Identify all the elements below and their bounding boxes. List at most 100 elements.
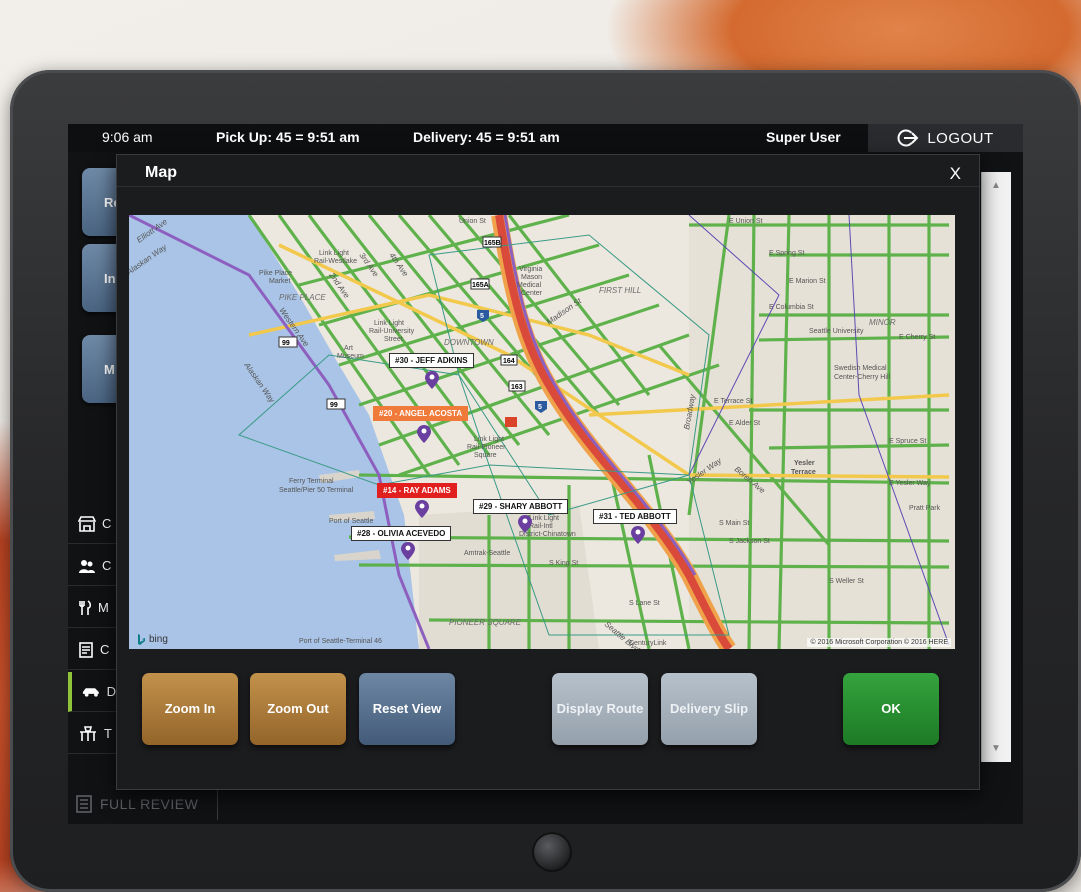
svg-text:Street: Street [384,336,403,343]
svg-text:Center: Center [521,290,543,297]
sidebar-item-label: C [102,516,112,531]
svg-text:E Cherry St: E Cherry St [899,334,935,341]
top-status-bar: 9:06 am Pick Up: 45 = 9:51 am Delivery: … [68,124,1023,152]
zoom-in-button[interactable]: Zoom In [142,673,238,745]
car-icon [82,687,99,697]
svg-text:Yesler: Yesler [794,460,815,467]
svg-text:Rail-Westlake: Rail-Westlake [314,258,357,265]
svg-text:S Jackson St: S Jackson St [729,538,770,545]
svg-text:S Weller St: S Weller St [829,578,864,585]
sidebar-item-register[interactable]: C [68,630,116,670]
svg-text:165A: 165A [472,282,489,289]
svg-text:S King St: S King St [549,560,578,567]
sidebar-item-label: M [98,600,109,615]
marker-label[interactable]: #29 - SHARY ABBOTT [473,499,569,514]
dialog-title: Map [145,164,177,181]
svg-text:PIONEER SQUARE: PIONEER SQUARE [449,618,522,627]
svg-text:Center-Cherry Hill: Center-Cherry Hill [834,374,890,381]
svg-text:Port of Seattle-Terminal 46: Port of Seattle-Terminal 46 [299,638,382,645]
svg-text:99: 99 [282,340,290,347]
logout-label: LOGOUT [927,129,994,147]
svg-text:165B: 165B [484,240,501,247]
delivery-slip-button[interactable]: Delivery Slip [661,673,757,745]
scroll-down-icon[interactable]: ▼ [991,743,1001,754]
map-pin-icon[interactable] [631,526,645,544]
sidebar-item-customers[interactable]: C [68,546,116,586]
svg-text:Link Light: Link Light [474,436,504,443]
customers-icon [79,559,95,573]
svg-text:Ferry Terminal: Ferry Terminal [289,478,334,485]
svg-text:Pratt Park: Pratt Park [909,505,941,512]
map-pin-icon[interactable] [425,371,439,389]
current-time: 9:06 am [102,129,153,145]
menu-icon [79,599,92,615]
marker-label[interactable]: #31 - TED ABBOTT [593,509,677,524]
marker-label[interactable]: #28 - OLIVIA ACEVEDO [351,526,452,541]
svg-text:Pike Place: Pike Place [259,270,292,277]
svg-text:Link Light: Link Light [529,515,559,522]
svg-text:Museum: Museum [337,353,364,360]
ok-button[interactable]: OK [843,673,939,745]
logout-button[interactable]: LOGOUT [868,124,1023,152]
marker-label[interactable]: #20 - ANGEL ACOSTA [373,406,469,421]
svg-text:5: 5 [480,313,484,320]
map-dialog: Map X DOWNTOWN FIRST HILL PIKE PLACE MIN… [116,154,980,790]
svg-text:99: 99 [330,402,338,409]
bing-logo-text: bing [149,634,168,645]
sidebar-item-label: T [104,726,112,741]
svg-text:Rail-University: Rail-University [369,328,415,335]
svg-text:Rail-Pioneer: Rail-Pioneer [467,444,506,451]
marker-label[interactable]: #30 - JEFF ADKINS [389,353,474,368]
svg-text:DOWNTOWN: DOWNTOWN [444,338,494,347]
svg-text:Seattle/Pier 50 Terminal: Seattle/Pier 50 Terminal [279,487,354,494]
bing-logo: bing [137,634,168,645]
sidebar-item-tables[interactable]: T [68,714,116,754]
reset-view-button[interactable]: Reset View [359,673,455,745]
sidebar-item-label: C [102,558,112,573]
svg-text:Terrace: Terrace [791,469,816,476]
svg-text:E Columbia St: E Columbia St [769,304,814,311]
svg-text:E Yesler Way: E Yesler Way [889,480,931,487]
display-route-button[interactable]: Display Route [552,673,648,745]
map-canvas[interactable]: DOWNTOWN FIRST HILL PIKE PLACE MINOR PIO… [129,215,955,649]
table-icon [80,725,96,741]
close-button[interactable]: X [950,164,961,184]
full-review-button[interactable]: FULL REVIEW [76,788,218,820]
svg-text:E Union St: E Union St [729,218,763,225]
scroll-up-icon[interactable]: ▲ [991,180,1001,191]
dialog-header: Map X [117,155,979,187]
svg-text:E Marion St: E Marion St [789,278,826,285]
svg-text:S Main St: S Main St [719,520,749,527]
svg-text:5: 5 [538,404,542,411]
svg-text:Link Light: Link Light [319,250,349,257]
list-icon [76,795,92,813]
right-scroll-panel[interactable]: ▲ ▼ [981,172,1011,762]
logout-icon [897,129,919,147]
svg-text:FIRST HILL: FIRST HILL [599,286,641,295]
svg-text:Market: Market [269,278,290,285]
sidebar-item-menu[interactable]: M [68,588,116,628]
bing-icon [138,634,145,645]
svg-text:Union St: Union St [459,218,486,225]
svg-text:Port of Seattle: Port of Seattle [329,518,373,525]
delivery-map[interactable]: DOWNTOWN FIRST HILL PIKE PLACE MINOR PIO… [129,215,955,649]
delivery-estimate: Delivery: 45 = 9:51 am [413,129,560,145]
sidebar-item-label: C [100,642,110,657]
sidebar-item-delivery[interactable]: D [68,672,116,712]
svg-text:E Alder St: E Alder St [729,420,760,427]
svg-text:E Spring St: E Spring St [769,250,804,257]
map-pin-icon[interactable] [401,542,415,560]
map-pin-icon[interactable] [518,515,532,533]
map-pin-icon[interactable] [415,500,429,518]
user-name: Super User [766,129,841,145]
zoom-out-button[interactable]: Zoom Out [250,673,346,745]
sidebar-item-store[interactable]: C [68,504,116,544]
sidebar-button-3-label: M [104,361,115,377]
sidebar-item-label: D [106,684,116,699]
svg-text:Mason: Mason [521,274,542,281]
map-pin-icon[interactable] [417,425,431,443]
marker-label[interactable]: #14 - RAY ADAMS [377,483,457,498]
home-button[interactable] [532,832,572,872]
svg-text:Virginia: Virginia [519,266,542,273]
svg-text:4th Ave: 4th Ave [387,251,410,278]
